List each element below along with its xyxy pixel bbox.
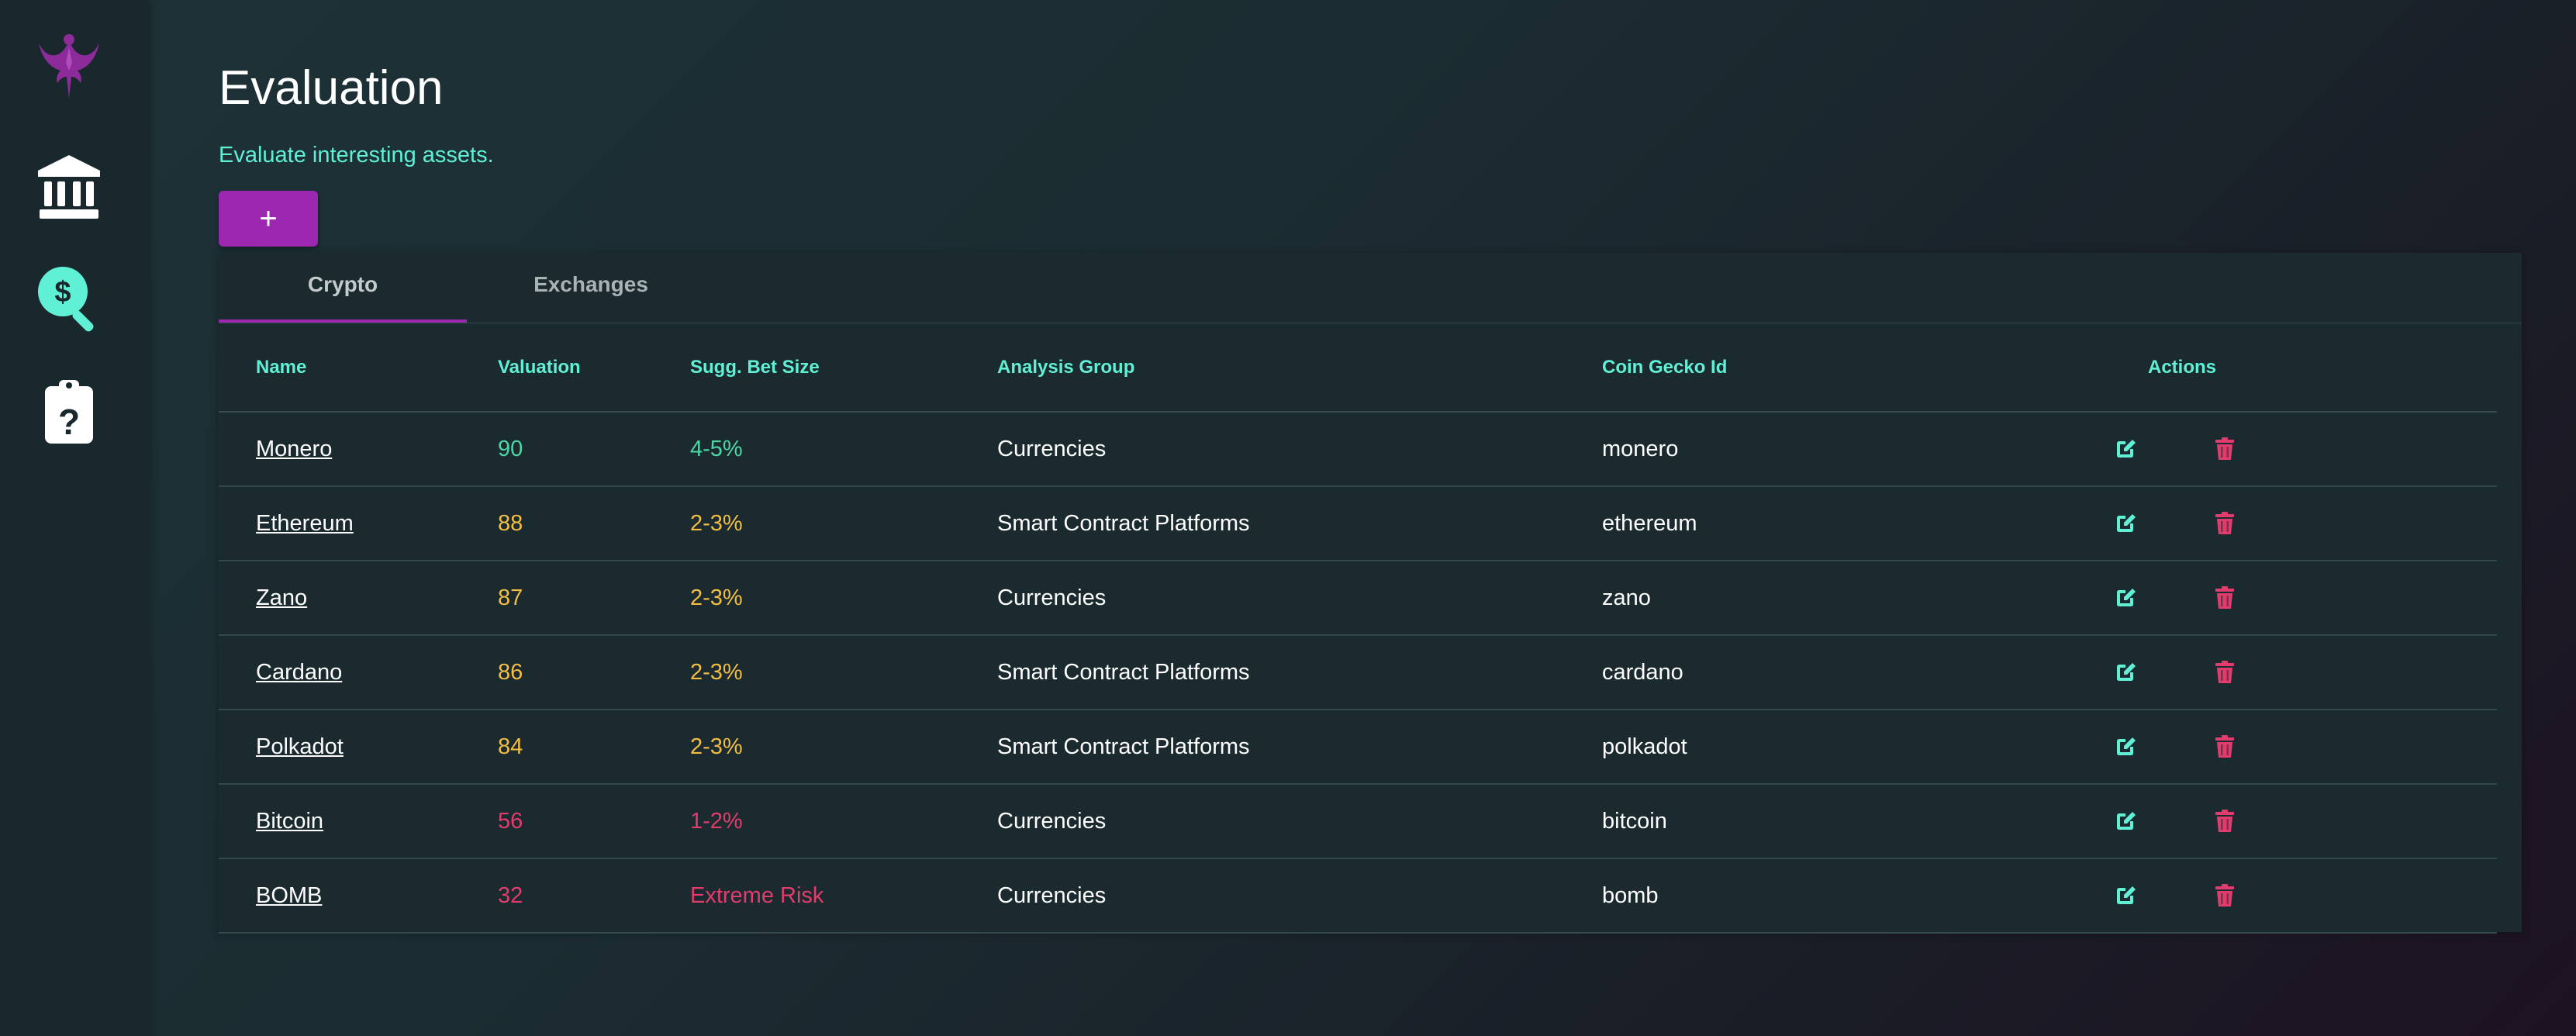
edit-icon[interactable] <box>2112 734 2139 760</box>
cell-actions <box>2083 561 2497 636</box>
column-header-valuation[interactable]: Valuation <box>498 324 690 413</box>
table-header-row: Name Valuation Sugg. Bet Size Analysis G… <box>219 324 2497 413</box>
table-row: Monero 90 4-5% Currencies monero <box>219 412 2497 487</box>
assets-table: Name Valuation Sugg. Bet Size Analysis G… <box>219 324 2497 934</box>
evaluation-card: Crypto Exchanges Name Valuation Sugg. Be… <box>219 253 2522 934</box>
delete-icon[interactable] <box>2212 585 2238 611</box>
page-title: Evaluation <box>219 61 444 115</box>
table-row: Cardano 86 2-3% Smart Contract Platforms car… <box>219 635 2497 710</box>
asset-name-link[interactable]: Ethereum <box>256 511 354 536</box>
cell-name: Polkadot <box>219 710 498 785</box>
add-asset-button[interactable]: + <box>219 191 318 247</box>
cell-name: Cardano <box>219 635 498 710</box>
cell-analysis-group: Smart Contract Platforms <box>997 635 1602 710</box>
cell-actions <box>2083 486 2497 561</box>
column-header-actions: Actions <box>2083 324 2497 413</box>
delete-icon[interactable] <box>2212 436 2238 462</box>
edit-icon[interactable] <box>2112 585 2139 611</box>
asset-name-link[interactable]: Bitcoin <box>256 809 323 834</box>
table-row: Polkadot 84 2-3% Smart Contract Platforms po… <box>219 710 2497 785</box>
asset-name-link[interactable]: Cardano <box>256 660 342 685</box>
cell-valuation: 86 <box>498 635 690 710</box>
cell-coin-gecko-id: bomb <box>1602 858 2083 934</box>
cell-valuation: 90 <box>498 412 690 487</box>
cell-valuation: 84 <box>498 710 690 785</box>
table-row: Bitcoin 56 1-2% Currencies bitcoin <box>219 784 2497 859</box>
edit-icon[interactable] <box>2112 882 2139 909</box>
cell-name: Monero <box>219 412 498 487</box>
cell-bet-size: 1-2% <box>690 784 997 859</box>
cell-name: Bitcoin <box>219 784 498 859</box>
column-header-analysis-group[interactable]: Analysis Group <box>997 324 1602 413</box>
dollar-search-icon[interactable]: $ <box>34 264 104 333</box>
cell-bet-size: 2-3% <box>690 710 997 785</box>
cell-actions <box>2083 412 2497 487</box>
clipboard-question-icon[interactable]: ? <box>34 377 104 447</box>
cell-actions <box>2083 635 2497 710</box>
tab-bar: Crypto Exchanges <box>219 253 2522 323</box>
tab-exchanges[interactable]: Exchanges <box>467 253 715 323</box>
column-header-bet-size[interactable]: Sugg. Bet Size <box>690 324 997 413</box>
cell-bet-size: 2-3% <box>690 486 997 561</box>
asset-name-link[interactable]: BOMB <box>256 883 322 908</box>
cell-bet-size: Extreme Risk <box>690 858 997 934</box>
edit-icon[interactable] <box>2112 436 2139 462</box>
asset-name-link[interactable]: Monero <box>256 437 332 461</box>
cell-analysis-group: Currencies <box>997 412 1602 487</box>
cell-valuation: 87 <box>498 561 690 636</box>
phoenix-logo-icon[interactable] <box>34 29 104 99</box>
table-row: BOMB 32 Extreme Risk Currencies bomb <box>219 858 2497 934</box>
edit-icon[interactable] <box>2112 659 2139 685</box>
cell-coin-gecko-id: zano <box>1602 561 2083 636</box>
delete-icon[interactable] <box>2212 808 2238 834</box>
cell-analysis-group: Currencies <box>997 858 1602 934</box>
column-header-coin-gecko-id[interactable]: Coin Gecko Id <box>1602 324 2083 413</box>
cell-name: Ethereum <box>219 486 498 561</box>
cell-coin-gecko-id: bitcoin <box>1602 784 2083 859</box>
cell-bet-size: 4-5% <box>690 412 997 487</box>
table-row: Zano 87 2-3% Currencies zano <box>219 561 2497 636</box>
svg-text:?: ? <box>58 402 80 442</box>
edit-icon[interactable] <box>2112 510 2139 537</box>
cell-valuation: 88 <box>498 486 690 561</box>
cell-coin-gecko-id: cardano <box>1602 635 2083 710</box>
column-header-name[interactable]: Name <box>219 324 498 413</box>
sidebar: $ ? <box>0 0 149 1036</box>
edit-icon[interactable] <box>2112 808 2139 834</box>
cell-analysis-group: Smart Contract Platforms <box>997 710 1602 785</box>
cell-analysis-group: Smart Contract Platforms <box>997 486 1602 561</box>
page-subtitle: Evaluate interesting assets. <box>219 143 494 167</box>
cell-bet-size: 2-3% <box>690 635 997 710</box>
asset-name-link[interactable]: Zano <box>256 585 307 610</box>
svg-text:$: $ <box>54 276 71 309</box>
cell-actions <box>2083 858 2497 934</box>
delete-icon[interactable] <box>2212 882 2238 909</box>
cell-coin-gecko-id: monero <box>1602 412 2083 487</box>
bank-icon[interactable] <box>34 152 104 222</box>
asset-name-link[interactable]: Polkadot <box>256 734 344 759</box>
delete-icon[interactable] <box>2212 510 2238 537</box>
cell-actions <box>2083 784 2497 859</box>
cell-coin-gecko-id: polkadot <box>1602 710 2083 785</box>
cell-name: BOMB <box>219 858 498 934</box>
cell-actions <box>2083 710 2497 785</box>
table-row: Ethereum 88 2-3% Smart Contract Platforms et… <box>219 486 2497 561</box>
cell-valuation: 56 <box>498 784 690 859</box>
tab-crypto[interactable]: Crypto <box>219 253 467 323</box>
cell-analysis-group: Currencies <box>997 784 1602 859</box>
delete-icon[interactable] <box>2212 734 2238 760</box>
cell-coin-gecko-id: ethereum <box>1602 486 2083 561</box>
delete-icon[interactable] <box>2212 659 2238 685</box>
cell-name: Zano <box>219 561 498 636</box>
cell-bet-size: 2-3% <box>690 561 997 636</box>
cell-analysis-group: Currencies <box>997 561 1602 636</box>
cell-valuation: 32 <box>498 858 690 934</box>
